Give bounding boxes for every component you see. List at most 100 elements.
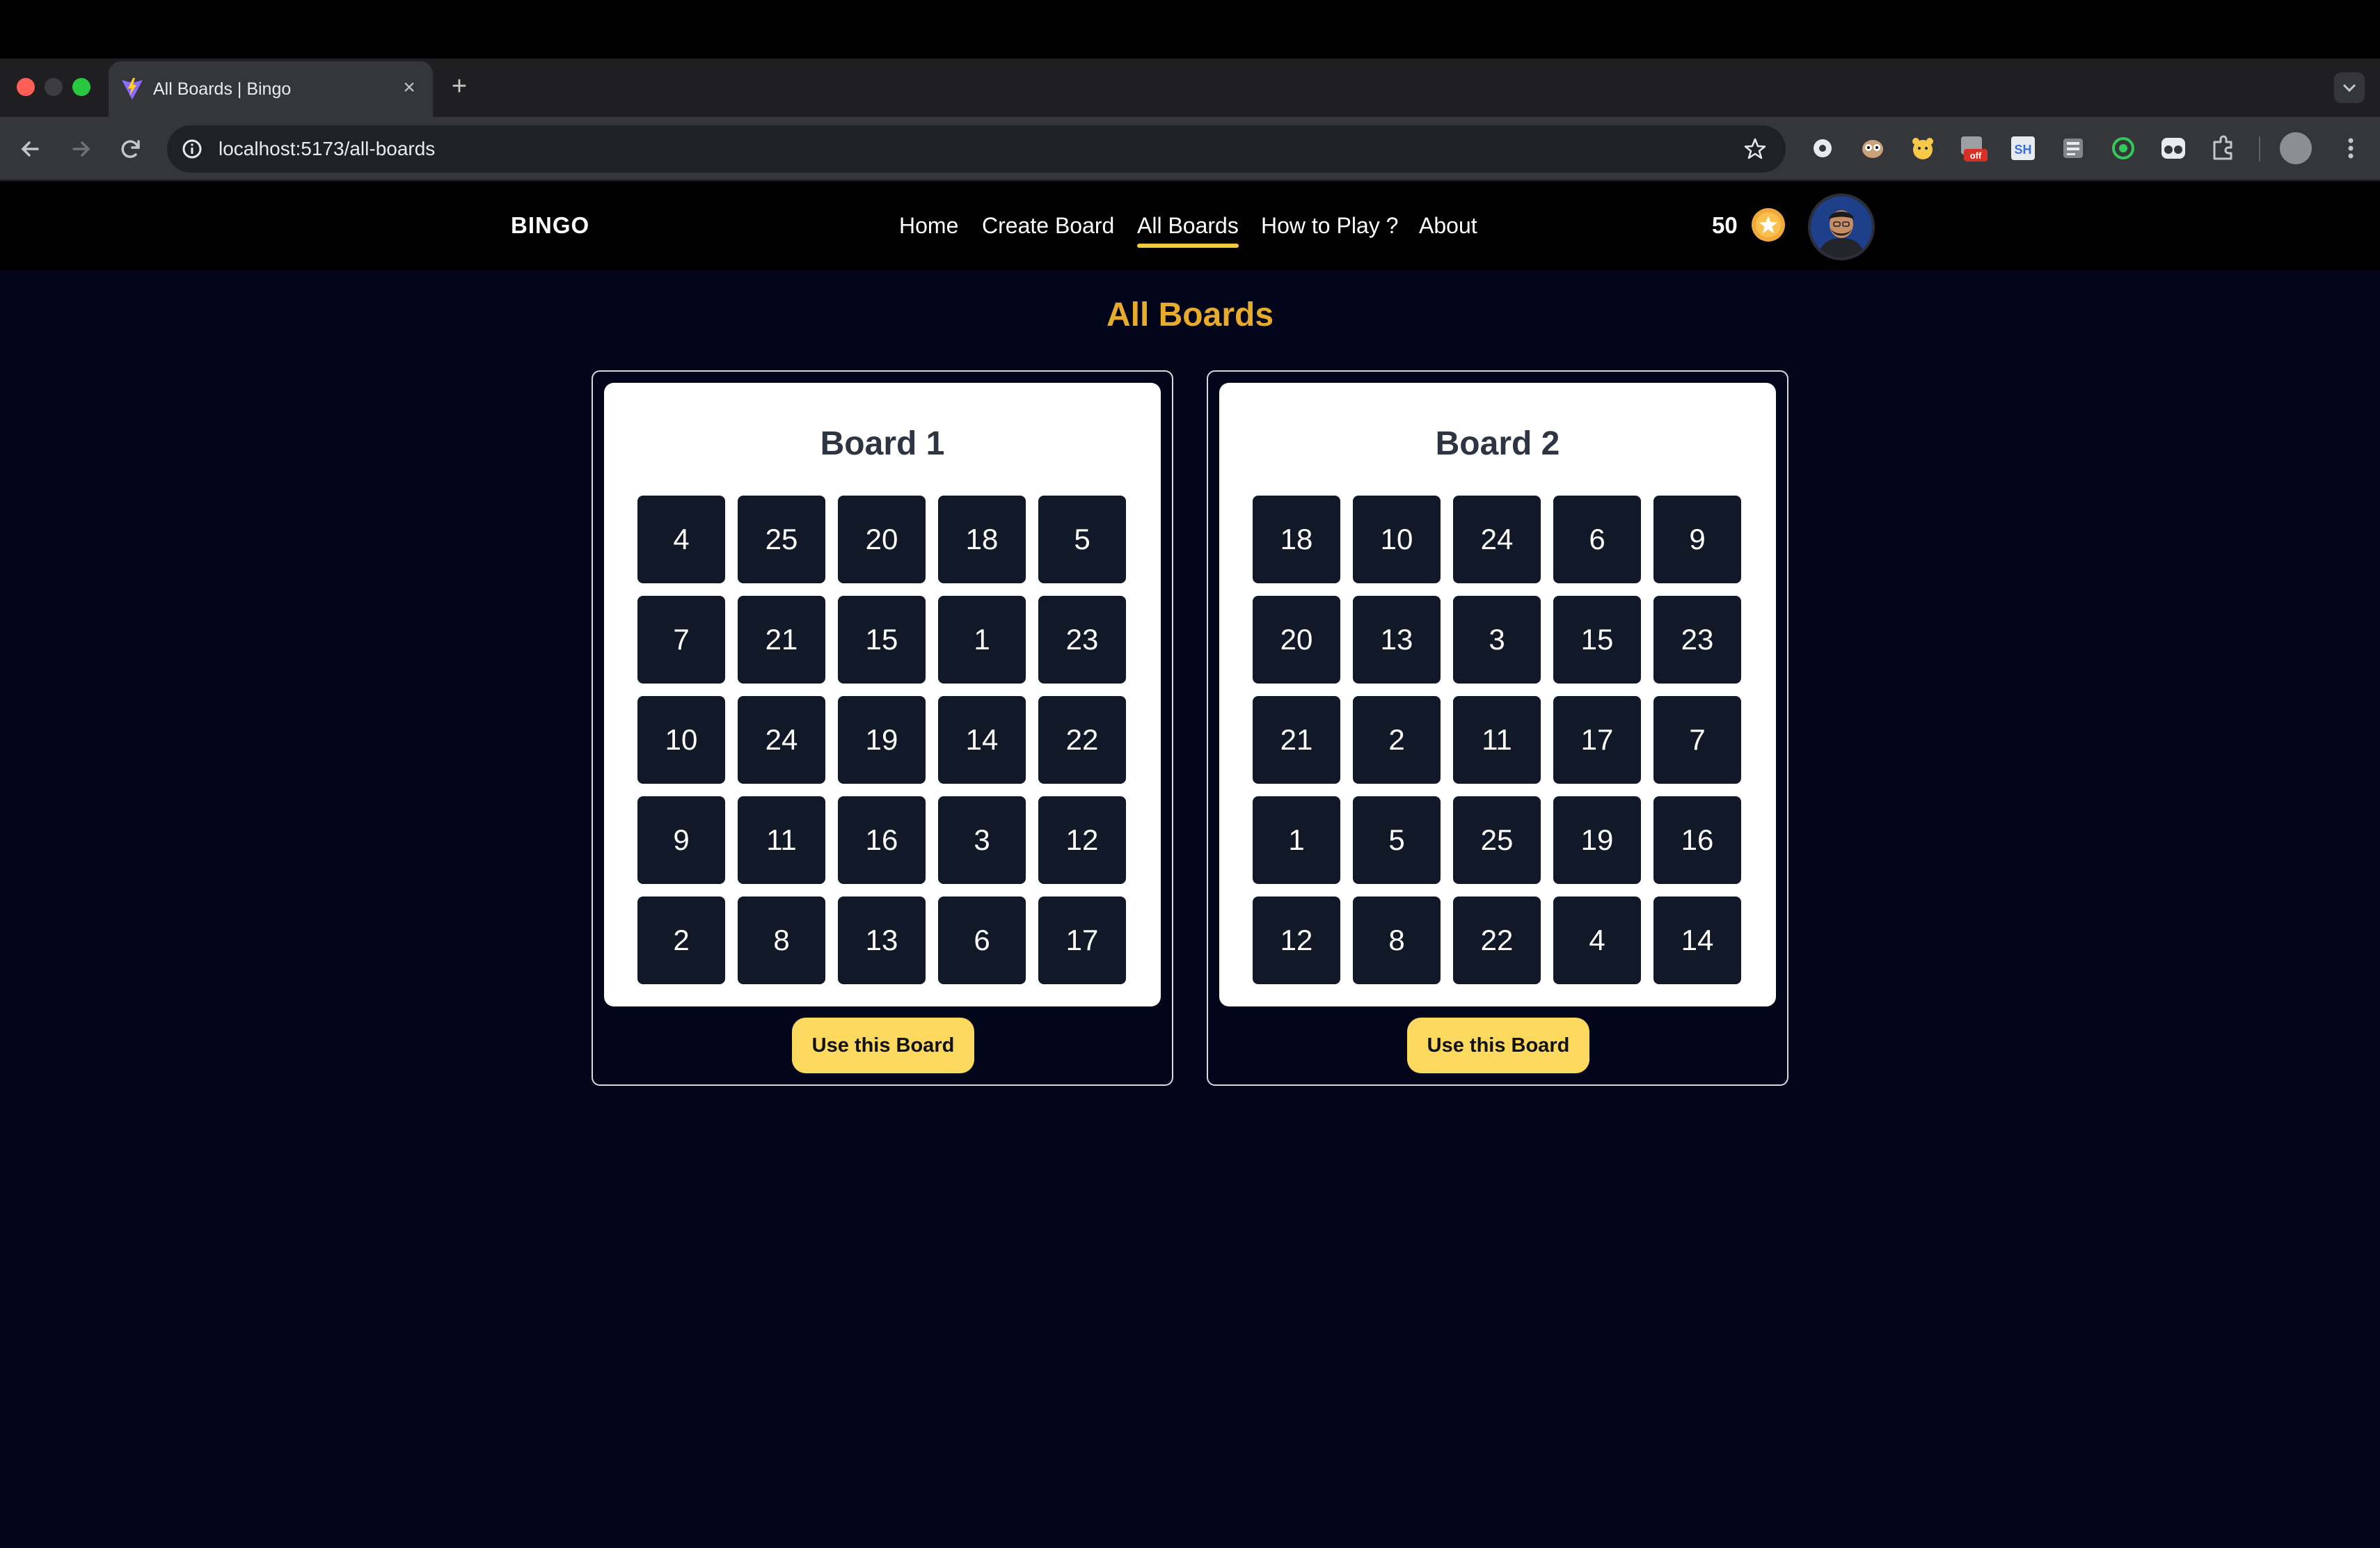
bingo-cell: 16 (838, 796, 926, 884)
bingo-cell: 10 (637, 696, 725, 784)
url-text: localhost:5173/all-boards (219, 138, 436, 159)
bingo-cell: 18 (1253, 496, 1340, 583)
board-panel: Board 1 4 25 20 18 5 7 21 15 1 23 10 24 19 14 22 9 11 16 3… (604, 383, 1161, 1006)
bookmark-star-icon[interactable] (1741, 135, 1769, 163)
bingo-cell: 14 (938, 696, 1026, 784)
bingo-cell: 22 (1038, 696, 1126, 784)
ext-print-icon[interactable] (2057, 132, 2089, 164)
user-avatar-image (1811, 196, 1872, 258)
bingo-cell: 8 (738, 897, 825, 984)
bingo-cell: 17 (1553, 696, 1641, 784)
bingo-cell: 14 (1653, 897, 1741, 984)
nav-create-board[interactable]: Create Board (982, 210, 1114, 241)
bingo-cell: 13 (838, 897, 926, 984)
bingo-cell: 20 (838, 496, 926, 583)
browser-profile-avatar[interactable] (2280, 132, 2312, 164)
nav-all-boards[interactable]: All Boards (1137, 210, 1239, 248)
browser-tab[interactable]: All Boards | Bingo × (109, 61, 433, 117)
bingo-cell: 3 (938, 796, 1026, 884)
bingo-cell: 12 (1253, 897, 1340, 984)
bingo-cell: 2 (1353, 696, 1441, 784)
ext-off-icon[interactable]: off (1957, 132, 1989, 164)
board-card: Board 2 18 10 24 6 9 20 13 3 15 23 21 2 11 17 7 1 5 25 19 1… (1207, 370, 1788, 1086)
bingo-cell: 4 (637, 496, 725, 583)
svg-text:SH: SH (2014, 143, 2031, 157)
ext-sh-icon[interactable]: SH (2007, 132, 2039, 164)
board-panel: Board 2 18 10 24 6 9 20 13 3 15 23 21 2 11 17 7 1 5 25 19 1… (1219, 383, 1776, 1006)
bingo-cell: 10 (1353, 496, 1441, 583)
site-info-icon[interactable] (178, 135, 206, 163)
bingo-cell: 15 (838, 596, 926, 684)
bingo-cell: 8 (1353, 897, 1441, 984)
minimize-window-button[interactable] (45, 78, 63, 96)
bingo-cell: 19 (838, 696, 926, 784)
coin-star-icon (1752, 208, 1785, 242)
vite-favicon-icon (122, 78, 143, 100)
board-grid: 18 10 24 6 9 20 13 3 15 23 21 2 11 17 7 1 5 25 19 16 12 8 22 4 1… (1253, 496, 1743, 986)
board-card: Board 1 4 25 20 18 5 7 21 15 1 23 10 24 19 14 22 9 11 16 3… (592, 370, 1173, 1086)
bingo-cell: 13 (1353, 596, 1441, 684)
bingo-cell: 17 (1038, 897, 1126, 984)
new-tab-button[interactable]: + (445, 72, 473, 100)
extensions-puzzle-icon[interactable] (2207, 132, 2239, 164)
use-this-board-button[interactable]: Use this Board (1407, 1018, 1589, 1073)
bingo-cell: 20 (1253, 596, 1340, 684)
bingo-cell: 11 (1453, 696, 1541, 784)
user-avatar[interactable] (1808, 194, 1875, 260)
bingo-cell: 3 (1453, 596, 1541, 684)
bingo-cell: 7 (637, 596, 725, 684)
tab-title: All Boards | Bingo (153, 79, 292, 99)
ext-bear-icon[interactable] (1907, 132, 1939, 164)
bingo-cell: 19 (1553, 796, 1641, 884)
bingo-cell: 23 (1038, 596, 1126, 684)
bingo-cell: 15 (1553, 596, 1641, 684)
nav-how-to-play[interactable]: How to Play ? (1261, 210, 1398, 241)
bingo-cell: 6 (938, 897, 1026, 984)
reload-icon[interactable] (114, 132, 148, 166)
ext-target-icon[interactable] (2107, 132, 2139, 164)
bingo-cell: 16 (1653, 796, 1741, 884)
tab-search-button[interactable] (2334, 72, 2365, 103)
bingo-cell: 4 (1553, 897, 1641, 984)
coin-count: 50 (1712, 212, 1738, 238)
board-title: Board 2 (1435, 425, 1560, 462)
bingo-cell: 1 (1253, 796, 1340, 884)
bingo-cell: 12 (1038, 796, 1126, 884)
brand-logo[interactable]: BINGO (511, 210, 589, 241)
bingo-cell: 5 (1353, 796, 1441, 884)
bingo-cell: 24 (738, 696, 825, 784)
address-bar[interactable]: localhost:5173/all-boards (167, 125, 1786, 173)
bingo-cell: 25 (1453, 796, 1541, 884)
bingo-cell: 5 (1038, 496, 1126, 583)
toolbar-separator (2259, 136, 2260, 161)
os-top-bar (0, 0, 2380, 58)
bingo-cell: 11 (738, 796, 825, 884)
browser-menu-icon[interactable] (2335, 132, 2366, 164)
ext-owl-icon[interactable] (1857, 132, 1889, 164)
ext-glasses-icon[interactable] (2157, 132, 2189, 164)
close-window-button[interactable] (17, 78, 35, 96)
bingo-cell: 6 (1553, 496, 1641, 583)
bingo-cell: 21 (1253, 696, 1340, 784)
close-tab-icon[interactable]: × (395, 74, 423, 102)
ext-circle-icon[interactable] (1807, 132, 1839, 164)
nav-home[interactable]: Home (899, 210, 958, 241)
bingo-cell: 9 (637, 796, 725, 884)
back-arrow-icon[interactable] (14, 132, 47, 166)
forward-arrow-icon[interactable] (64, 132, 97, 166)
bingo-cell: 2 (637, 897, 725, 984)
chevron-down-icon (2342, 84, 2356, 93)
bingo-cell: 25 (738, 496, 825, 583)
bingo-cell: 1 (938, 596, 1026, 684)
svg-text:off: off (1970, 150, 1982, 161)
bingo-cell: 9 (1653, 496, 1741, 583)
bingo-cell: 24 (1453, 496, 1541, 583)
use-this-board-button[interactable]: Use this Board (792, 1018, 974, 1073)
bingo-cell: 21 (738, 596, 825, 684)
bingo-cell: 23 (1653, 596, 1741, 684)
bingo-cell: 7 (1653, 696, 1741, 784)
maximize-window-button[interactable] (72, 78, 90, 96)
nav-about[interactable]: About (1419, 210, 1477, 241)
page-title: All Boards (1106, 297, 1274, 333)
board-grid: 4 25 20 18 5 7 21 15 1 23 10 24 19 14 22 9 11 16 3 12 2 8 13 6 1… (637, 496, 1127, 986)
